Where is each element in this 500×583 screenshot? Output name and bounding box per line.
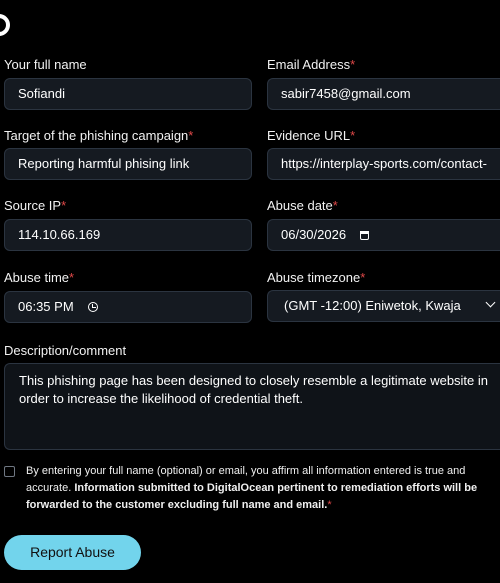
abuse-time-value: 06:35 PM xyxy=(18,299,74,314)
abuse-date-label: Abuse date* xyxy=(267,198,338,213)
source-ip-input[interactable]: 114.10.66.169 xyxy=(4,219,252,251)
consent-checkbox[interactable] xyxy=(4,466,15,477)
chevron-down-icon xyxy=(485,297,496,308)
abuse-timezone-label: Abuse timezone* xyxy=(267,270,366,285)
email-input[interactable]: sabir7458@gmail.com xyxy=(267,78,500,110)
full-name-input[interactable]: Sofiandi xyxy=(4,78,252,110)
evidence-url-input[interactable]: https://interplay-sports.com/contact- xyxy=(267,148,500,180)
abuse-time-label: Abuse time* xyxy=(4,270,75,285)
abuse-timezone-value: (GMT -12:00) Eniwetok, Kwaja xyxy=(284,298,461,313)
source-ip-label: Source IP* xyxy=(4,198,67,213)
abuse-date-input[interactable]: 06/30/2026 xyxy=(267,219,500,251)
target-input[interactable]: Reporting harmful phising link xyxy=(4,148,252,180)
target-label: Target of the phishing campaign* xyxy=(4,128,194,143)
calendar-icon[interactable] xyxy=(360,230,370,240)
abuse-time-input[interactable]: 06:35 PM xyxy=(4,291,252,323)
abuse-date-value: 06/30/2026 xyxy=(281,227,347,242)
evidence-url-label: Evidence URL* xyxy=(267,128,356,143)
report-abuse-button[interactable]: Report Abuse xyxy=(4,535,141,570)
clock-icon[interactable] xyxy=(87,302,98,312)
full-name-label: Your full name xyxy=(4,57,87,72)
description-label: Description/comment xyxy=(4,343,127,358)
abuse-timezone-select[interactable]: (GMT -12:00) Eniwetok, Kwaja xyxy=(267,290,500,322)
email-label: Email Address* xyxy=(267,57,356,72)
consent-text: By entering your full name (optional) or… xyxy=(26,465,478,511)
logo-icon xyxy=(0,14,10,36)
description-textarea[interactable]: This phishing page has been designed to … xyxy=(4,363,500,450)
